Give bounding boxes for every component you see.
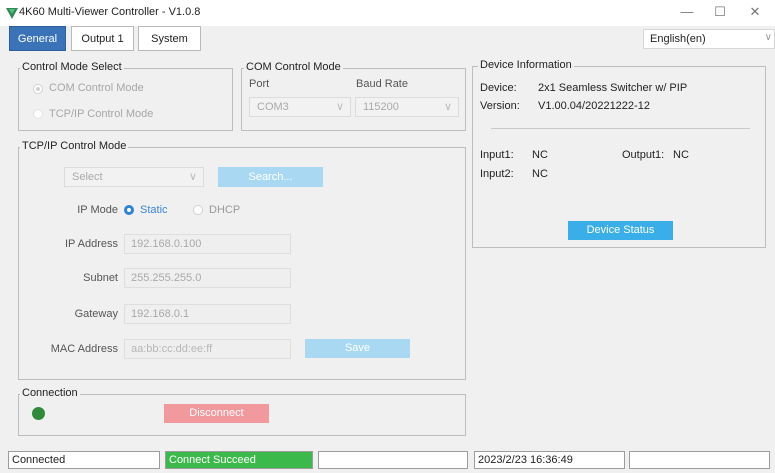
- minimize-button[interactable]: —: [672, 2, 702, 22]
- mac-address-field[interactable]: aa:bb:cc:dd:ee:ff: [124, 339, 291, 359]
- gateway-label: Gateway: [74, 308, 118, 320]
- port-value: COM3: [257, 101, 289, 113]
- control-mode-legend: Control Mode Select: [20, 61, 124, 73]
- device-status-button[interactable]: Device Status: [568, 221, 673, 240]
- control-mode-group: [18, 68, 233, 131]
- input2-value: NC: [532, 168, 548, 180]
- status-connection-state: Connected: [8, 451, 160, 469]
- baud-rate-value: 115200: [363, 101, 399, 113]
- subnet-field[interactable]: 255.255.255.0: [124, 268, 291, 288]
- close-button[interactable]: ✕: [740, 2, 770, 22]
- subnet-label: Subnet: [83, 272, 118, 284]
- maximize-button[interactable]: ☐: [705, 2, 735, 22]
- input2-label: Input2:: [480, 168, 514, 180]
- tab-output-1[interactable]: Output 1: [71, 26, 134, 51]
- chevron-down-icon: ∨: [335, 101, 344, 113]
- window-title: 4K60 Multi-Viewer Controller - V1.0.8: [19, 6, 201, 18]
- save-button[interactable]: Save: [305, 339, 410, 358]
- search-button[interactable]: Search...: [218, 167, 323, 187]
- device-info-legend: Device Information: [478, 59, 574, 71]
- ip-mode-label: IP Mode: [77, 204, 118, 216]
- ip-address-field[interactable]: 192.168.0.100: [124, 234, 291, 254]
- connection-legend: Connection: [20, 387, 80, 399]
- app-logo-icon: [6, 8, 18, 19]
- com-mode-radio[interactable]: [33, 84, 43, 94]
- connection-status-indicator: [32, 407, 45, 420]
- input1-value: NC: [532, 149, 548, 161]
- status-empty-1: [318, 451, 468, 469]
- com-mode-label: COM Control Mode: [49, 82, 144, 94]
- device-select-value: Select: [72, 171, 103, 183]
- tcpip-mode-label: TCP/IP Control Mode: [49, 108, 154, 120]
- static-radio[interactable]: [124, 205, 134, 215]
- mac-address-label: MAC Address: [50, 343, 118, 355]
- baud-rate-label: Baud Rate: [356, 78, 408, 90]
- dhcp-radio[interactable]: [193, 205, 203, 215]
- tcpip-mode-radio[interactable]: [33, 109, 43, 119]
- gateway-field[interactable]: 192.168.0.1: [124, 304, 291, 324]
- divider: [491, 128, 750, 129]
- disconnect-button[interactable]: Disconnect: [164, 404, 269, 423]
- output1-value: NC: [673, 149, 689, 161]
- input1-label: Input1:: [480, 149, 514, 161]
- tab-system[interactable]: System: [138, 26, 201, 51]
- tcpip-legend: TCP/IP Control Mode: [20, 140, 129, 152]
- chevron-down-icon: ∨: [443, 101, 452, 113]
- language-select[interactable]: English(en) ∨: [643, 29, 775, 49]
- baud-rate-select[interactable]: 115200 ∨: [355, 97, 459, 117]
- ip-address-label: IP Address: [65, 238, 118, 250]
- version-value: V1.00.04/20221222-12: [538, 100, 650, 112]
- status-timestamp: 2023/2/23 16:36:49: [474, 451, 625, 469]
- chevron-down-icon: ∨: [764, 32, 772, 43]
- output1-label: Output1:: [622, 149, 665, 161]
- version-label: Version:: [480, 100, 520, 112]
- port-select[interactable]: COM3 ∨: [249, 97, 351, 117]
- com-mode-legend: COM Control Mode: [244, 61, 343, 73]
- tab-general[interactable]: General: [9, 26, 66, 51]
- device-select[interactable]: Select ∨: [64, 167, 204, 187]
- static-label: Static: [140, 204, 168, 216]
- language-value: English(en): [650, 33, 706, 45]
- dhcp-label: DHCP: [209, 204, 241, 216]
- chevron-down-icon: ∨: [188, 171, 197, 183]
- status-message: Connect Succeed: [165, 451, 313, 469]
- status-empty-2: [629, 451, 770, 469]
- device-value: 2x1 Seamless Switcher w/ PIP: [538, 82, 688, 94]
- device-label: Device:: [480, 82, 517, 94]
- port-label: Port: [249, 78, 270, 90]
